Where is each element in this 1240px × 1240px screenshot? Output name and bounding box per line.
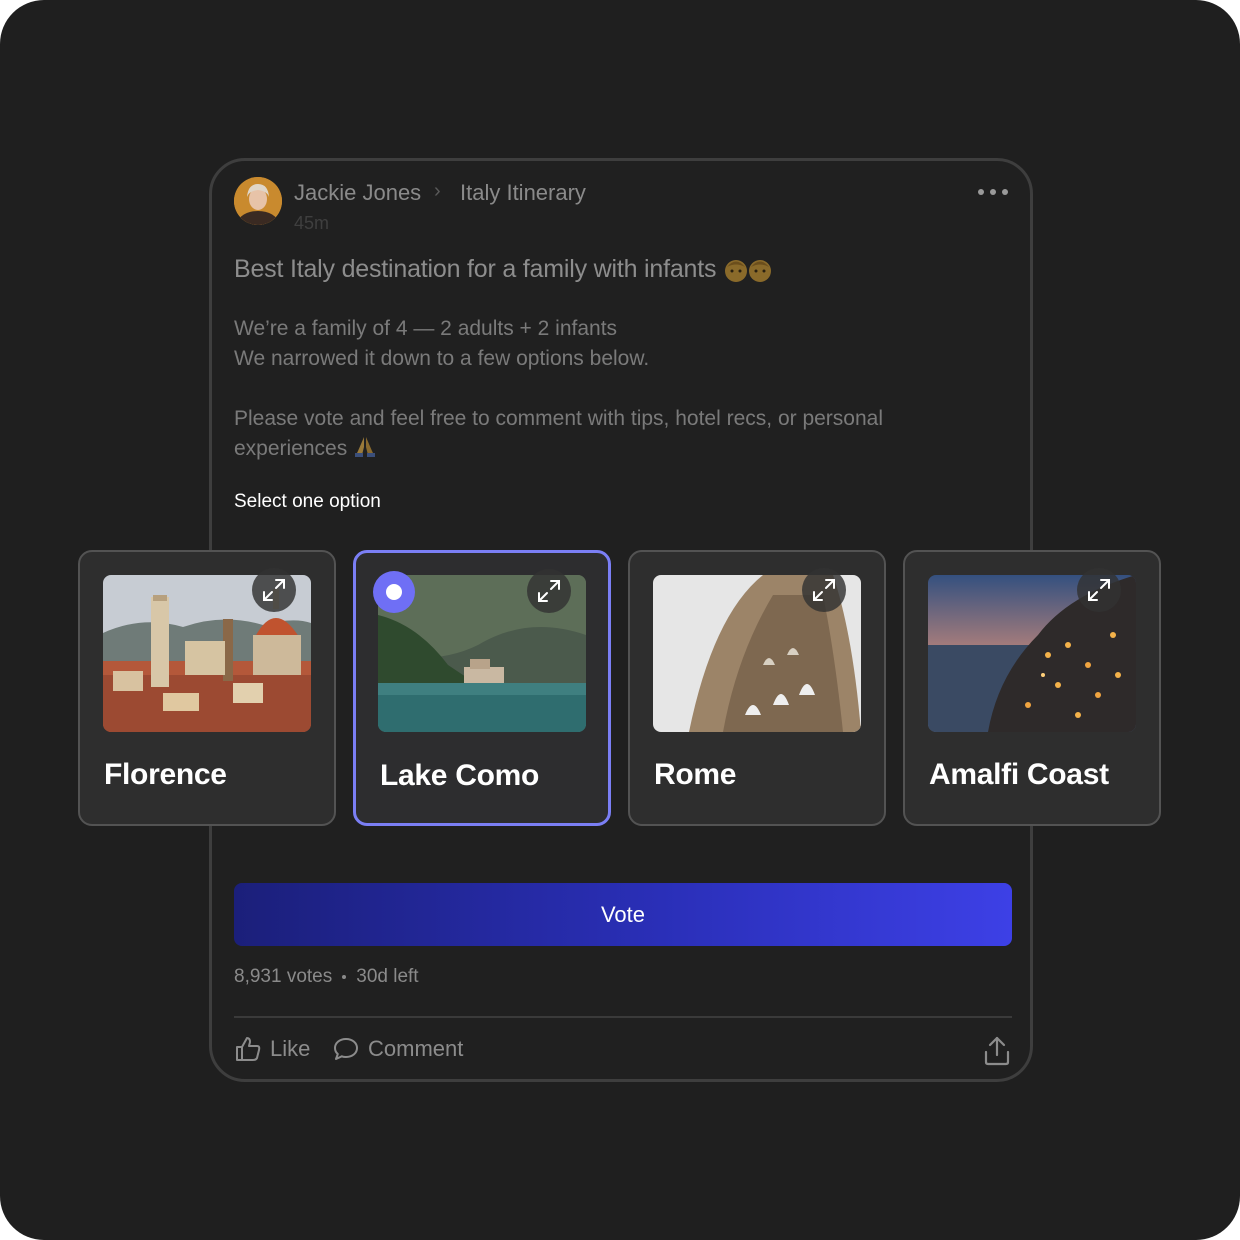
option-label: Lake Como [380, 759, 540, 792]
vote-count: 8,931 votes [234, 966, 333, 987]
poll-instruction: Select one option [234, 491, 381, 512]
post-body-line: We narrowed it down to a few options bel… [234, 347, 650, 370]
like-label: Like [270, 1036, 311, 1061]
vote-button[interactable]: Vote [234, 883, 1012, 946]
option-label: Florence [104, 758, 227, 791]
expand-icon[interactable] [1077, 568, 1121, 612]
post-body-line: Please vote and feel free to comment wit… [234, 404, 954, 464]
share-button[interactable] [982, 1035, 1012, 1067]
time-left: 30d left [356, 966, 419, 987]
poll-options: Florence Lake Como Rome Amalfi Coast [78, 550, 1162, 826]
option-label: Rome [654, 758, 737, 791]
divider [234, 1016, 1012, 1018]
expand-icon[interactable] [527, 569, 571, 613]
thumbs-up-icon [236, 1037, 261, 1061]
poll-option-florence[interactable]: Florence [78, 550, 336, 826]
option-label: Amalfi Coast [929, 758, 1109, 791]
poll-option-amalfi-coast[interactable]: Amalfi Coast [903, 550, 1161, 826]
group-name[interactable]: Italy Itinerary [460, 180, 586, 206]
like-button[interactable]: Like [234, 1035, 310, 1063]
post-body-text: Please vote and feel free to comment wit… [234, 407, 884, 460]
expand-icon[interactable] [802, 568, 846, 612]
post-title: Best Italy destination for a family with… [234, 255, 774, 284]
more-options-icon[interactable] [978, 185, 1008, 199]
author-name[interactable]: Jackie Jones [294, 180, 421, 206]
selected-radio-icon[interactable] [373, 571, 415, 613]
poll-stats: 8,931 votes 30d left [234, 966, 419, 988]
post-timestamp: 45m [294, 213, 330, 233]
breadcrumb-chevron-icon: › [434, 180, 441, 202]
expand-icon[interactable] [252, 568, 296, 612]
poll-option-lake-como[interactable]: Lake Como [353, 550, 611, 826]
post-title-text: Best Italy destination for a family with… [234, 255, 717, 283]
app-canvas: Jackie Jones › Italy Itinerary 45m Best … [0, 0, 1240, 1240]
post-body: We’re a family of 4 — 2 adults + 2 infan… [234, 314, 954, 464]
separator-dot [342, 975, 347, 979]
post-body-line: We’re a family of 4 — 2 adults + 2 infan… [234, 317, 618, 340]
avatar-image [234, 177, 282, 225]
comment-button[interactable]: Comment [332, 1035, 463, 1063]
infant-faces-emoji-icon [725, 259, 772, 282]
share-upload-icon [984, 1036, 1010, 1066]
comment-bubble-icon [334, 1038, 358, 1060]
avatar[interactable] [234, 177, 282, 225]
comment-label: Comment [368, 1036, 464, 1061]
praying-hands-emoji-icon [355, 437, 376, 457]
poll-option-rome[interactable]: Rome [628, 550, 886, 826]
